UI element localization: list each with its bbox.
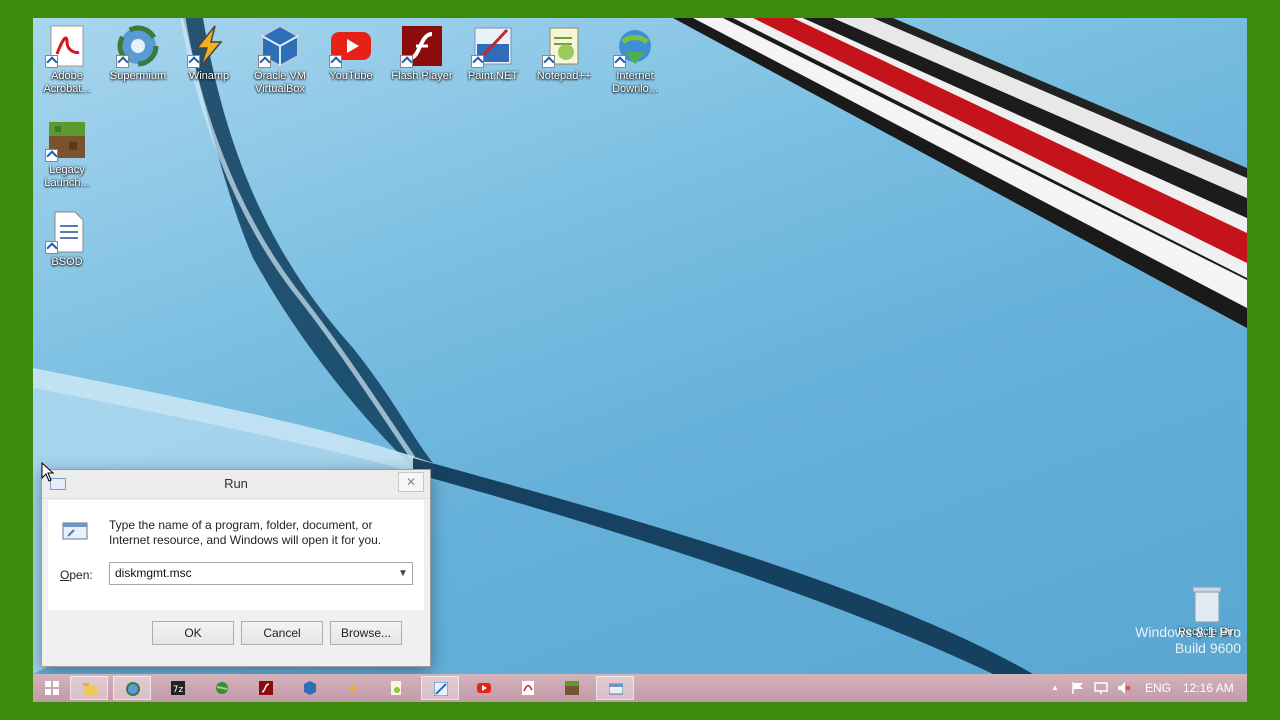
open-input[interactable] [110, 563, 385, 582]
desktop-icon-adobe-acrobat[interactable]: Adobe Acrobat... [33, 24, 101, 96]
network-icon[interactable] [1094, 681, 1108, 695]
ok-button[interactable]: OK [152, 621, 234, 645]
folder-icon [83, 683, 97, 695]
desktop-icon-flash-player[interactable]: Flash Player [388, 24, 456, 83]
desktop-icon-notepad-plus-plus[interactable]: Notepad++ [530, 24, 598, 83]
windows-logo-icon [45, 681, 59, 695]
taskbar: 7z ▲ ENG 12:16 AM [33, 674, 1247, 702]
run-program-icon [62, 522, 88, 540]
open-label-text: pen: [69, 568, 93, 582]
run-description: Type the name of a program, folder, docu… [109, 518, 382, 547]
icon-label: Flash Player [391, 70, 453, 82]
open-label-mnemonic: O [60, 568, 70, 582]
desktop-icon-legacy-launcher[interactable]: Legacy Launch... [33, 118, 101, 190]
desktop-icon-youtube[interactable]: YouTube [317, 24, 385, 83]
taskbar-notepad[interactable] [377, 676, 415, 700]
taskbar-7zip[interactable]: 7z [159, 676, 197, 700]
start-button[interactable] [33, 676, 71, 700]
shortcut-arrow-icon [116, 55, 129, 68]
minecraft-icon [565, 681, 579, 695]
acrobat-icon [522, 681, 534, 695]
icon-label: Internet Downlo... [612, 70, 658, 95]
run-dialog[interactable]: Run ✕ Type the name of a program, folder… [41, 469, 431, 667]
taskbar-globe[interactable] [203, 676, 241, 700]
desktop-icon-paint-net[interactable]: Paint.NET [459, 24, 527, 83]
shortcut-arrow-icon [400, 55, 413, 68]
watermark-edition: Windows 8.1 Pro [1135, 624, 1241, 640]
icon-label: Winamp [188, 70, 230, 82]
input-language-indicator[interactable]: ENG [1145, 674, 1171, 702]
taskbar-browser[interactable] [113, 676, 151, 700]
taskbar-file-explorer[interactable] [70, 676, 108, 700]
virtualbox-icon [304, 681, 316, 695]
browse-button[interactable]: Browse... [330, 621, 402, 645]
show-hidden-icons-button[interactable]: ▲ [1051, 674, 1059, 702]
taskbar-flash[interactable] [247, 676, 285, 700]
flash-icon [259, 681, 273, 695]
shortcut-arrow-icon [45, 55, 58, 68]
windows-watermark: Windows 8.1 Pro Build 9600 [1135, 624, 1241, 656]
taskbar-youtube[interactable] [465, 676, 503, 700]
cancel-button[interactable]: Cancel [241, 621, 323, 645]
desktop-icon-internet-download-manager[interactable]: Internet Downlo... [601, 24, 669, 96]
taskbar-winamp[interactable] [334, 676, 372, 700]
taskbar-virtualbox[interactable] [291, 676, 329, 700]
desktop-icon-virtualbox[interactable]: Oracle VM VirtualBox [246, 24, 314, 96]
recycle-bin-icon [1192, 586, 1222, 623]
run-dialog-title: Run [224, 476, 248, 491]
globe-icon [216, 682, 228, 694]
icon-label: Supermium [109, 70, 167, 82]
shortcut-arrow-icon [187, 55, 200, 68]
desktop-icon-supermium[interactable]: Supermium [104, 24, 172, 83]
winamp-icon [349, 681, 357, 695]
notepad-icon [391, 681, 401, 695]
screen-frame: Adobe Acrobat... Supermium Winamp Oracle… [33, 18, 1247, 702]
shortcut-arrow-icon [329, 55, 342, 68]
browser-icon [126, 682, 140, 696]
close-button[interactable]: ✕ [398, 472, 424, 492]
taskbar-acrobat[interactable] [509, 676, 547, 700]
desktop-icon-winamp[interactable]: Winamp [175, 24, 243, 83]
run-dialog-body: Type the name of a program, folder, docu… [48, 500, 424, 610]
svg-text:7z: 7z [173, 685, 184, 695]
icon-label: Oracle VM VirtualBox [254, 70, 306, 95]
open-label: Open: [60, 568, 93, 582]
action-center-flag-icon[interactable] [1071, 681, 1085, 695]
shortcut-arrow-icon [471, 55, 484, 68]
youtube-icon [477, 683, 491, 693]
shortcut-arrow-icon [613, 55, 626, 68]
shortcut-arrow-icon [542, 55, 555, 68]
icon-label: Paint.NET [467, 70, 519, 82]
icon-label: Notepad++ [536, 70, 592, 82]
icon-label: YouTube [329, 70, 373, 82]
shortcut-arrow-icon [45, 149, 58, 162]
taskbar-run[interactable] [596, 676, 634, 700]
run-dialog-titlebar[interactable]: Run ✕ [42, 470, 430, 499]
paint-icon [434, 682, 448, 696]
volume-muted-icon[interactable] [1117, 681, 1131, 695]
desktop-icon-bsod[interactable]: BSOD [33, 210, 101, 269]
icon-label: BSOD [51, 256, 83, 268]
watermark-build: Build 9600 [1174, 640, 1241, 656]
taskbar-paint[interactable] [421, 676, 459, 700]
desktop[interactable]: Adobe Acrobat... Supermium Winamp Oracle… [33, 18, 1247, 674]
7zip-icon: 7z [171, 681, 185, 695]
icon-label: Legacy Launch... [44, 164, 90, 189]
icon-label: Adobe Acrobat... [43, 70, 91, 95]
run-icon [609, 683, 623, 695]
mouse-cursor-icon [41, 462, 55, 482]
clock[interactable]: 12:16 AM [1183, 674, 1234, 702]
open-combobox[interactable]: ▼ [109, 562, 413, 585]
taskbar-minecraft[interactable] [553, 676, 591, 700]
chevron-down-icon[interactable]: ▼ [396, 565, 410, 582]
shortcut-arrow-icon [258, 55, 271, 68]
shortcut-arrow-icon [45, 241, 58, 254]
